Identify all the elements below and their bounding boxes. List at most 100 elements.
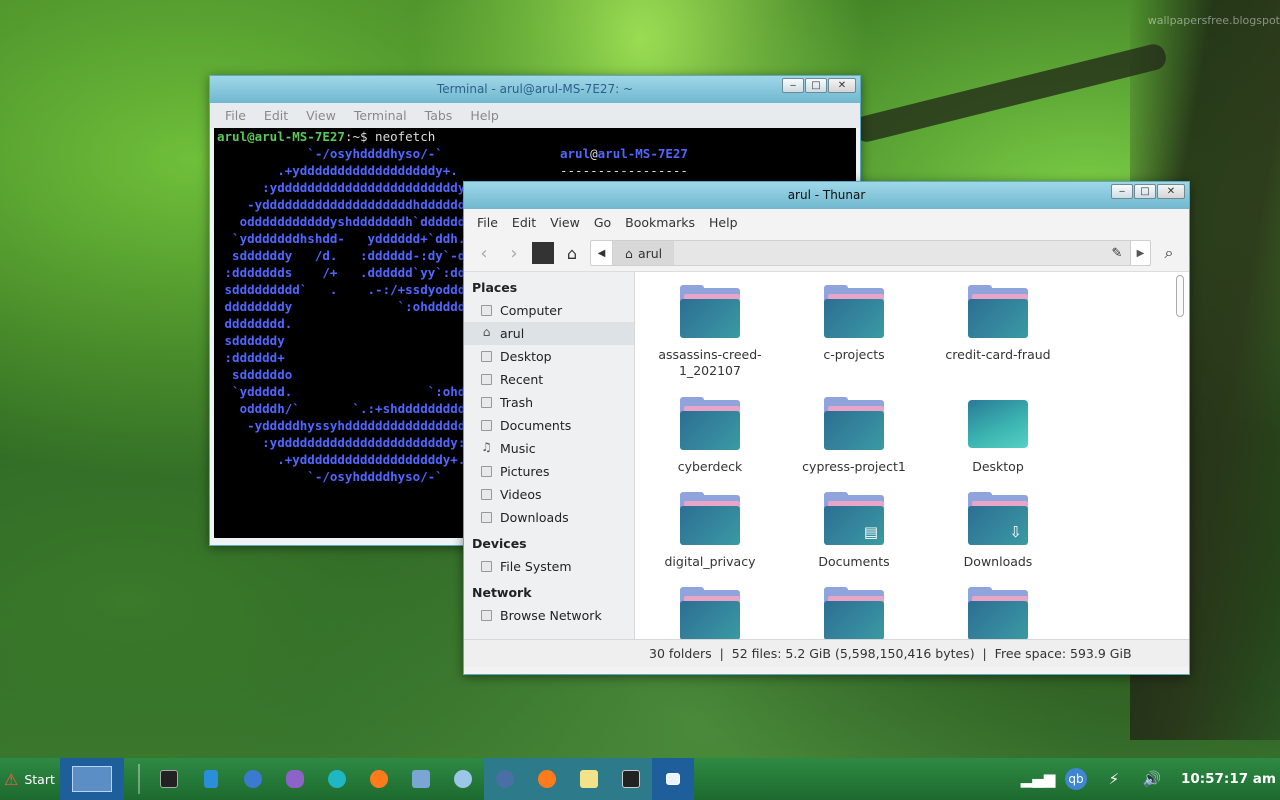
prompt-path: :~$ (344, 129, 376, 144)
thunar-titlebar[interactable]: arul - Thunar ‒ □ ✕ (464, 182, 1189, 209)
menu-file[interactable]: File (216, 108, 255, 123)
file-item[interactable]: ▤ Documents (789, 492, 919, 570)
forward-arrow-icon[interactable]: › (502, 241, 526, 265)
sidebar-section-places: Places (472, 280, 518, 295)
terminal-menubar: File Edit View Terminal Tabs Help (210, 103, 860, 128)
task-thunar[interactable] (652, 758, 694, 800)
start-button[interactable]: ⚠ Start (0, 770, 60, 789)
system-tray: ▂▄▆ qb ⚡ 🔊 10:57:17 am (1021, 758, 1280, 800)
minimize-button[interactable]: ‒ (1111, 184, 1133, 199)
thunar-content: Places Computer ⌂ arul Desktop Recent Tra… (464, 271, 1189, 639)
vertical-scrollbar[interactable] (1176, 275, 1184, 317)
sidebar-item-computer[interactable]: Computer (464, 299, 634, 322)
sidebar-item-file-system[interactable]: File System (464, 555, 634, 578)
menu-help[interactable]: Help (702, 215, 745, 230)
file-item[interactable]: Desktop (933, 400, 1063, 475)
sidebar-item-label: Pictures (500, 464, 550, 479)
file-item[interactable]: cypress-project1 (789, 397, 919, 475)
firefox-launcher-icon[interactable] (358, 758, 400, 800)
menu-tabs[interactable]: Tabs (416, 108, 462, 123)
back-arrow-icon[interactable]: ‹ (472, 241, 496, 265)
file-item[interactable]: assassins-creed-1_202107 (645, 285, 775, 379)
location-bar[interactable]: ◀ ⌂ arul ✎ ▶ (590, 240, 1151, 266)
sidebar: Places Computer ⌂ arul Desktop Recent Tra… (464, 272, 635, 639)
path-crumb-home[interactable]: ⌂ arul (613, 241, 675, 265)
settings-launcher-icon[interactable] (442, 758, 484, 800)
home-icon[interactable]: ⌂ (560, 241, 584, 265)
clock[interactable]: 10:57:17 am (1173, 771, 1280, 787)
maximize-button[interactable]: □ (1134, 184, 1156, 199)
file-item[interactable] (933, 587, 1063, 639)
close-button[interactable]: ✕ (828, 78, 856, 93)
documents-icon (481, 420, 492, 431)
task-network-app[interactable] (484, 758, 526, 800)
prompt-line: arul@arul-MS-7E27:~$ neofetch (217, 128, 856, 145)
prompt-command: neofetch (375, 129, 436, 144)
menu-view[interactable]: View (543, 215, 587, 230)
menu-file[interactable]: File (470, 215, 505, 230)
minimize-button[interactable]: ‒ (782, 78, 804, 93)
files-launcher-icon[interactable] (190, 758, 232, 800)
close-button[interactable]: ✕ (1157, 184, 1185, 199)
sync-app-launcher-icon[interactable] (316, 758, 358, 800)
sidebar-item-downloads[interactable]: Downloads (464, 506, 634, 529)
task-notes[interactable] (568, 758, 610, 800)
path-right-arrow-icon[interactable]: ▶ (1130, 241, 1150, 265)
task-manager-launcher-icon[interactable] (232, 758, 274, 800)
terminal-launcher-icon[interactable] (148, 758, 190, 800)
search-icon[interactable]: ⌕ (1157, 243, 1181, 263)
file-item[interactable]: ⇩ Downloads (933, 492, 1063, 570)
sidebar-item-recent[interactable]: Recent (464, 368, 634, 391)
folder-icon (680, 285, 740, 338)
cat-app-launcher-icon[interactable] (274, 758, 316, 800)
status-bar: 30 folders | 52 files: 5.2 GiB (5,598,15… (464, 639, 1189, 667)
battery-icon[interactable]: ⚡ (1097, 770, 1131, 788)
terminal-titlebar[interactable]: Terminal - arul@arul-MS-7E27: ~ ‒ □ ✕ (210, 76, 860, 103)
workspace-preview (72, 766, 112, 792)
sidebar-item-pictures[interactable]: Pictures (464, 460, 634, 483)
recent-icon (481, 374, 492, 385)
sidebar-item-documents[interactable]: Documents (464, 414, 634, 437)
file-label: cypress-project1 (802, 459, 906, 474)
menu-help[interactable]: Help (461, 108, 508, 123)
file-grid[interactable]: assassins-creed-1_202107 c-projects cred… (635, 272, 1189, 639)
drive-icon (481, 561, 492, 572)
menu-bookmarks[interactable]: Bookmarks (618, 215, 702, 230)
menu-terminal[interactable]: Terminal (345, 108, 416, 123)
file-label: Desktop (972, 459, 1024, 474)
menu-edit[interactable]: Edit (255, 108, 297, 123)
volume-icon[interactable]: 🔊 (1135, 770, 1169, 788)
sidebar-item-label: Computer (500, 303, 563, 318)
sidebar-item-trash[interactable]: Trash (464, 391, 634, 414)
file-item[interactable]: cyberdeck (645, 397, 775, 475)
task-firefox[interactable] (526, 758, 568, 800)
menu-view[interactable]: View (297, 108, 345, 123)
path-left-arrow-icon[interactable]: ◀ (591, 241, 613, 265)
sidebar-item-browse-network[interactable]: Browse Network (464, 604, 634, 627)
folder-icon (680, 587, 740, 639)
sidebar-item-videos[interactable]: Videos (464, 483, 634, 506)
sidebar-item-music[interactable]: ♫ Music (464, 437, 634, 460)
screen-app-launcher-icon[interactable] (400, 758, 442, 800)
file-item[interactable] (645, 587, 775, 639)
task-terminal[interactable] (610, 758, 652, 800)
menu-edit[interactable]: Edit (505, 215, 543, 230)
downloads-folder-icon: ⇩ (968, 492, 1028, 545)
file-item[interactable]: credit-card-fraud (933, 285, 1063, 363)
maximize-button[interactable]: □ (805, 78, 827, 93)
sidebar-item-desktop[interactable]: Desktop (464, 345, 634, 368)
file-item[interactable]: c-projects (789, 285, 919, 363)
sidebar-item-label: Browse Network (500, 608, 602, 623)
thunar-window[interactable]: arul - Thunar ‒ □ ✕ File Edit View Go Bo… (463, 181, 1190, 675)
pencil-icon[interactable]: ✎ (1104, 241, 1130, 265)
workspace-switcher[interactable] (60, 758, 124, 800)
qbittorrent-icon[interactable]: qb (1059, 768, 1093, 790)
sidebar-item-arul[interactable]: ⌂ arul (464, 322, 634, 345)
parent-folder-button[interactable] (532, 242, 554, 264)
file-label: assassins-creed-1_202107 (658, 347, 762, 378)
file-item[interactable]: digital_privacy (645, 492, 775, 570)
menu-go[interactable]: Go (587, 215, 618, 230)
folder-icon (680, 492, 740, 545)
network-signal-icon[interactable]: ▂▄▆ (1021, 770, 1056, 788)
file-item[interactable] (789, 587, 919, 639)
